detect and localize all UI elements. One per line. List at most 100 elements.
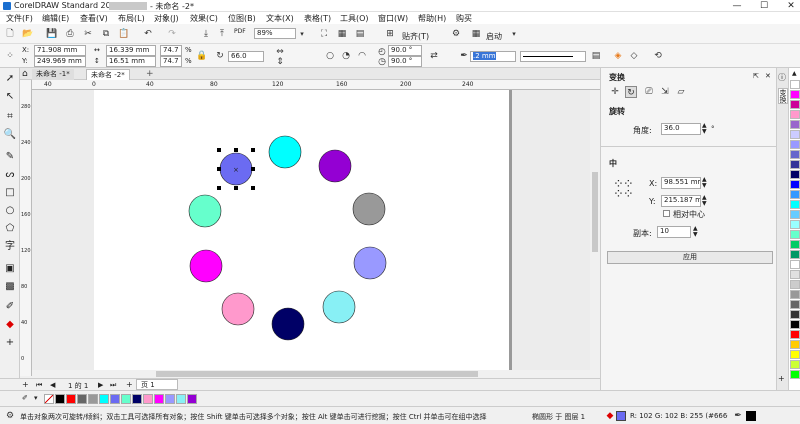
lock-ratio-icon[interactable]: 🔒 bbox=[196, 50, 208, 62]
wrap-text-icon[interactable]: ▤ bbox=[590, 50, 602, 62]
menu-text[interactable]: 文本(X) bbox=[266, 13, 294, 24]
palette-swatch[interactable] bbox=[66, 394, 76, 404]
palette-swatch[interactable] bbox=[790, 210, 800, 219]
first-page-icon[interactable]: ⏮ bbox=[36, 381, 42, 390]
tab-document-1[interactable]: 未命名 -1* bbox=[32, 69, 74, 80]
vertical-scrollbar[interactable] bbox=[590, 90, 600, 370]
center-x-spinner[interactable]: ▲ ▼ bbox=[702, 177, 707, 189]
palette-swatch[interactable] bbox=[790, 90, 800, 99]
palette-swatch[interactable] bbox=[165, 394, 175, 404]
horizontal-scroll-thumb[interactable] bbox=[156, 371, 478, 377]
prev-page-icon[interactable]: ◀ bbox=[50, 381, 55, 389]
convert-to-curves-icon[interactable]: ⟲ bbox=[652, 50, 664, 62]
arc-icon[interactable]: ◠ bbox=[356, 50, 368, 62]
palette-swatch[interactable] bbox=[790, 360, 800, 369]
outline-width-input[interactable]: .2 mm bbox=[470, 51, 516, 62]
add-docker-icon[interactable]: + bbox=[778, 374, 785, 383]
palette-swatch[interactable] bbox=[790, 340, 800, 349]
chevron-down-icon[interactable]: ▾ bbox=[296, 28, 308, 40]
tab-transform[interactable]: 变换 bbox=[778, 88, 788, 104]
palette-swatch[interactable] bbox=[790, 120, 800, 129]
circle-shape[interactable] bbox=[188, 194, 222, 228]
settings-gear-icon[interactable]: ⚙ bbox=[450, 28, 462, 40]
palette-swatch[interactable] bbox=[790, 370, 800, 379]
object-origin-icon[interactable]: ⁘ bbox=[4, 50, 16, 62]
paste-icon[interactable]: 📋 bbox=[118, 28, 130, 40]
export-icon[interactable]: ⤒ bbox=[216, 28, 228, 40]
maximize-button[interactable]: ☐ bbox=[755, 0, 773, 12]
polygon-tool-icon[interactable]: ⬠ bbox=[3, 222, 17, 236]
palette-swatch[interactable] bbox=[790, 260, 800, 269]
snap-to-label[interactable]: 贴齐(T) bbox=[402, 31, 429, 42]
palette-swatch[interactable] bbox=[77, 394, 87, 404]
angle-input[interactable]: 36.0 bbox=[661, 123, 701, 135]
palette-swatch[interactable] bbox=[790, 190, 800, 199]
outline-pen-status-icon[interactable]: ✒ bbox=[732, 410, 744, 422]
palette-swatch[interactable] bbox=[790, 220, 800, 229]
palette-swatch[interactable] bbox=[790, 180, 800, 189]
fill-icon[interactable]: ◆ bbox=[604, 410, 616, 422]
center-y-spinner[interactable]: ▲ ▼ bbox=[702, 195, 707, 207]
ellipse-tool-icon[interactable]: ○ bbox=[3, 204, 17, 218]
home-icon[interactable]: ⌂ bbox=[22, 69, 28, 79]
vertical-scroll-thumb[interactable] bbox=[592, 172, 598, 252]
palette-swatch[interactable] bbox=[790, 200, 800, 209]
palette-swatch[interactable] bbox=[790, 270, 800, 279]
palette-swatch[interactable] bbox=[790, 320, 800, 329]
last-page-icon[interactable]: ⏭ bbox=[110, 381, 116, 390]
palette-swatch[interactable] bbox=[790, 140, 800, 149]
palette-swatch[interactable] bbox=[790, 330, 800, 339]
tab-document-2[interactable]: 未命名 -2* bbox=[86, 69, 130, 80]
outline-color-swatch[interactable] bbox=[746, 411, 756, 421]
circle-shape[interactable] bbox=[352, 192, 386, 226]
menu-bitmap[interactable]: 位图(B) bbox=[228, 13, 256, 24]
palette-swatch[interactable] bbox=[132, 394, 142, 404]
palette-swatch[interactable] bbox=[790, 80, 800, 89]
eyedropper-tool-icon[interactable]: ✐ bbox=[3, 300, 17, 314]
add-page-after-icon[interactable]: + bbox=[126, 380, 133, 389]
menu-edit[interactable]: 编辑(E) bbox=[42, 13, 69, 24]
palette-swatch[interactable] bbox=[790, 280, 800, 289]
size-icon[interactable]: ⇲ bbox=[659, 86, 671, 98]
close-button[interactable]: ✕ bbox=[782, 0, 800, 12]
circle-shape[interactable] bbox=[271, 307, 305, 341]
palette-swatch[interactable] bbox=[143, 394, 153, 404]
palette-swatch[interactable] bbox=[44, 394, 54, 404]
rotate-icon[interactable]: ↻ bbox=[625, 86, 637, 98]
palette-swatch[interactable] bbox=[790, 290, 800, 299]
width-input[interactable]: 16.339 mm bbox=[106, 45, 156, 56]
palette-swatch[interactable] bbox=[790, 240, 800, 249]
direction-icon[interactable]: ⇄ bbox=[428, 50, 440, 62]
palette-menu-icon[interactable]: ▾ bbox=[34, 394, 38, 402]
grid-icon[interactable]: ▤ bbox=[354, 28, 366, 40]
transparency-tool-icon[interactable]: ▩ bbox=[3, 280, 17, 294]
palette-scroll-up-icon[interactable]: ▲ bbox=[792, 70, 797, 77]
menu-effects[interactable]: 效果(C) bbox=[190, 13, 218, 24]
to-front-icon[interactable]: ◈ bbox=[612, 50, 624, 62]
palette-swatch[interactable] bbox=[121, 394, 131, 404]
copies-spinner[interactable]: ▲ ▼ bbox=[693, 226, 698, 238]
menu-buy[interactable]: 购买 bbox=[456, 13, 472, 24]
circle-shape[interactable] bbox=[268, 135, 302, 169]
palette-swatch[interactable] bbox=[790, 230, 800, 239]
palette-swatch[interactable] bbox=[99, 394, 109, 404]
help-icon[interactable]: ⓘ bbox=[778, 72, 786, 83]
full-screen-icon[interactable]: ⛶ bbox=[318, 28, 330, 40]
crop-tool-icon[interactable]: ⌗ bbox=[3, 110, 17, 124]
palette-swatch[interactable] bbox=[790, 160, 800, 169]
menu-table[interactable]: 表格(T) bbox=[304, 13, 331, 24]
zoom-level-select[interactable]: 89% bbox=[254, 28, 296, 39]
arc-start-input[interactable]: 90.0 ° bbox=[388, 45, 422, 56]
circle-shape[interactable] bbox=[322, 290, 356, 324]
new-document-icon[interactable]: 🗋 bbox=[4, 28, 16, 40]
add-page-before-icon[interactable]: + bbox=[22, 380, 29, 389]
docker-close-icon[interactable]: ✕ bbox=[765, 72, 771, 80]
page-1-tab[interactable]: 页 1 bbox=[136, 379, 178, 390]
docker-expand-icon[interactable]: ⇱ bbox=[753, 72, 759, 80]
undo-icon[interactable]: ↶ bbox=[142, 28, 154, 40]
circle-shape[interactable] bbox=[221, 292, 255, 326]
freehand-tool-icon[interactable]: ✎ bbox=[3, 150, 17, 164]
zoom-tool-icon[interactable]: 🔍 bbox=[3, 128, 17, 142]
next-page-icon[interactable]: ▶ bbox=[98, 381, 103, 389]
palette-swatch[interactable] bbox=[790, 150, 800, 159]
